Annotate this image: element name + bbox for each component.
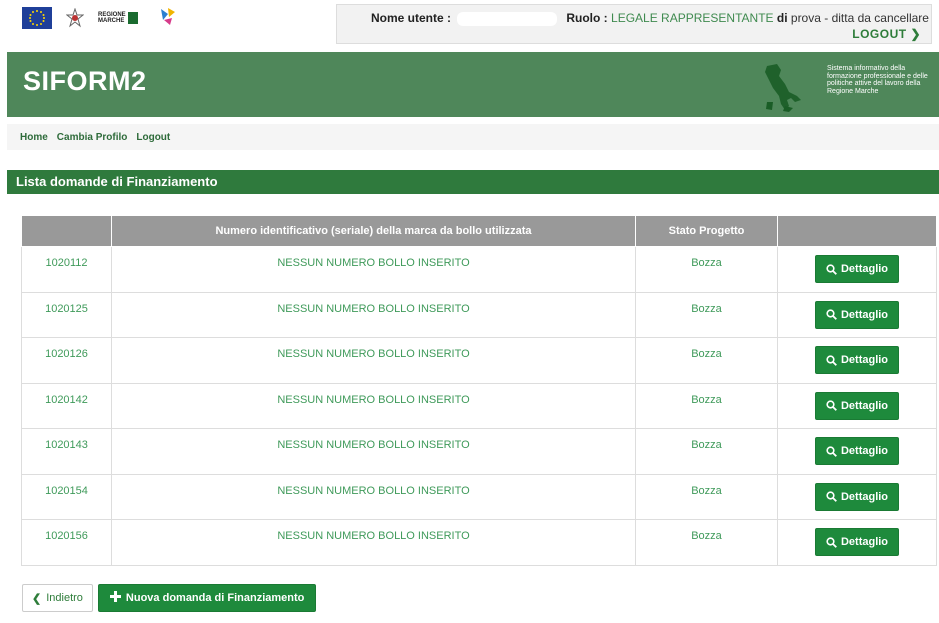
row-bollo: NESSUN NUMERO BOLLO INSERITO <box>111 428 636 475</box>
table-row: 1020156 NESSUN NUMERO BOLLO INSERITO Bozza… <box>21 519 937 566</box>
row-actions: Dettaglio <box>777 337 937 384</box>
column-header-bollo: Numero identificativo (seriale) della ma… <box>111 215 636 247</box>
detail-button[interactable]: Dettaglio <box>815 528 899 556</box>
panel-title: Lista domande di Finanziamento <box>7 170 939 194</box>
row-actions: Dettaglio <box>777 519 937 566</box>
search-icon <box>826 354 837 366</box>
column-header-id <box>21 215 112 247</box>
detail-label: Dettaglio <box>840 536 889 548</box>
table-header-row: Numero identificativo (seriale) della ma… <box>21 215 937 247</box>
row-actions: Dettaglio <box>777 291 937 338</box>
logout-link[interactable]: LOGOUT ❯ <box>852 27 921 41</box>
nav-bar: Home Cambia Profilo Logout <box>7 124 939 150</box>
detail-label: Dettaglio <box>840 354 889 366</box>
row-id: 1020154 <box>21 473 112 520</box>
table-row: 1020125 NESSUN NUMERO BOLLO INSERITO Bozza… <box>21 291 937 338</box>
row-bollo: NESSUN NUMERO BOLLO INSERITO <box>111 382 636 429</box>
logout-label: LOGOUT <box>852 27 907 41</box>
fse-logo <box>158 6 178 30</box>
row-id: 1020156 <box>21 519 112 566</box>
detail-button[interactable]: Dettaglio <box>815 255 899 283</box>
table-row: 1020142 NESSUN NUMERO BOLLO INSERITO Bozza… <box>21 382 937 429</box>
italian-republic-emblem-logo <box>65 7 85 28</box>
search-icon <box>826 491 837 502</box>
user-name-redacted <box>457 11 558 26</box>
row-stato: Bozza <box>635 428 778 475</box>
row-stato: Bozza <box>635 382 778 429</box>
organization-name: prova - ditta da cancellare <box>790 11 929 25</box>
row-id: 1020126 <box>21 337 112 384</box>
detail-label: Dettaglio <box>840 445 889 457</box>
nav-change-profile[interactable]: Cambia Profilo <box>57 132 128 143</box>
app-header: SIFORM2 Sistema informativo della formaz… <box>7 52 939 117</box>
chevron-right-icon: ❯ <box>910 27 921 41</box>
detail-button[interactable]: Dettaglio <box>815 300 899 329</box>
row-id: 1020142 <box>21 382 112 429</box>
nav-home[interactable]: Home <box>20 132 48 143</box>
plus-icon <box>109 591 121 605</box>
detail-button[interactable]: Dettaglio <box>815 437 899 465</box>
top-bar: REGIONE MARCHE Nome utente : Ruolo : LEGA… <box>0 0 939 50</box>
italy-map-icon <box>759 62 805 119</box>
new-application-button[interactable]: Nuova domanda di Finanziamento <box>97 584 317 612</box>
row-bollo: NESSUN NUMERO BOLLO INSERITO <box>111 246 636 293</box>
applications-table: Numero identificativo (seriale) della ma… <box>21 215 937 566</box>
row-bollo: NESSUN NUMERO BOLLO INSERITO <box>111 291 636 338</box>
nav-logout[interactable]: Logout <box>136 132 170 143</box>
search-icon <box>826 445 837 457</box>
row-stato: Bozza <box>635 291 778 338</box>
di-label: di <box>776 11 788 25</box>
search-icon <box>826 309 837 320</box>
row-id: 1020125 <box>21 291 112 338</box>
row-stato: Bozza <box>635 519 778 566</box>
detail-button[interactable]: Dettaglio <box>815 391 899 420</box>
regione-marche-logo: REGIONE MARCHE <box>98 8 144 28</box>
column-header-actions <box>777 215 937 247</box>
row-stato: Bozza <box>635 337 778 384</box>
row-actions: Dettaglio <box>777 473 937 520</box>
logos: REGIONE MARCHE <box>22 6 178 30</box>
column-header-stato: Stato Progetto <box>635 215 778 247</box>
brand-title: SIFORM2 <box>23 66 147 96</box>
system-description: Sistema informativo della formazione pro… <box>827 65 928 95</box>
row-stato: Bozza <box>635 246 778 293</box>
row-id: 1020112 <box>21 246 112 293</box>
chevron-left-icon: ❮ <box>32 592 42 605</box>
detail-label: Dettaglio <box>840 308 889 321</box>
detail-label: Dettaglio <box>840 263 889 275</box>
row-actions: Dettaglio <box>777 428 937 475</box>
detail-label: Dettaglio <box>840 490 889 503</box>
table-row: 1020154 NESSUN NUMERO BOLLO INSERITO Bozza… <box>21 473 937 520</box>
search-icon <box>826 400 837 411</box>
bottom-actions: ❮ Indietro Nuova domanda di Finanziament… <box>22 584 317 612</box>
row-actions: Dettaglio <box>777 382 937 429</box>
detail-button[interactable]: Dettaglio <box>815 482 899 511</box>
detail-label: Dettaglio <box>840 399 889 412</box>
applications-table-wrapper: Numero identificativo (seriale) della ma… <box>21 215 937 566</box>
role-value: LEGALE RAPPRESENTANTE <box>611 11 774 25</box>
role-label: Ruolo : <box>566 11 608 25</box>
row-actions: Dettaglio <box>777 246 937 293</box>
user-line: Nome utente : Ruolo : LEGALE RAPPRESENTA… <box>371 11 929 26</box>
row-stato: Bozza <box>635 473 778 520</box>
back-label: Indietro <box>46 592 83 604</box>
row-bollo: NESSUN NUMERO BOLLO INSERITO <box>111 519 636 566</box>
search-icon <box>826 536 837 548</box>
row-bollo: NESSUN NUMERO BOLLO INSERITO <box>111 473 636 520</box>
search-icon <box>826 263 837 275</box>
user-info-box: Nome utente : Ruolo : LEGALE RAPPRESENTA… <box>336 4 932 44</box>
table-row: 1020143 NESSUN NUMERO BOLLO INSERITO Bozza… <box>21 428 937 475</box>
new-application-label: Nuova domanda di Finanziamento <box>125 592 305 604</box>
row-bollo: NESSUN NUMERO BOLLO INSERITO <box>111 337 636 384</box>
back-button[interactable]: ❮ Indietro <box>22 584 93 612</box>
table-row: 1020112 NESSUN NUMERO BOLLO INSERITO Bozza… <box>21 246 937 293</box>
table-row: 1020126 NESSUN NUMERO BOLLO INSERITO Bozza… <box>21 337 937 384</box>
eu-flag-logo <box>22 7 52 29</box>
detail-button[interactable]: Dettaglio <box>815 346 899 374</box>
row-id: 1020143 <box>21 428 112 475</box>
user-label: Nome utente : <box>371 11 452 25</box>
